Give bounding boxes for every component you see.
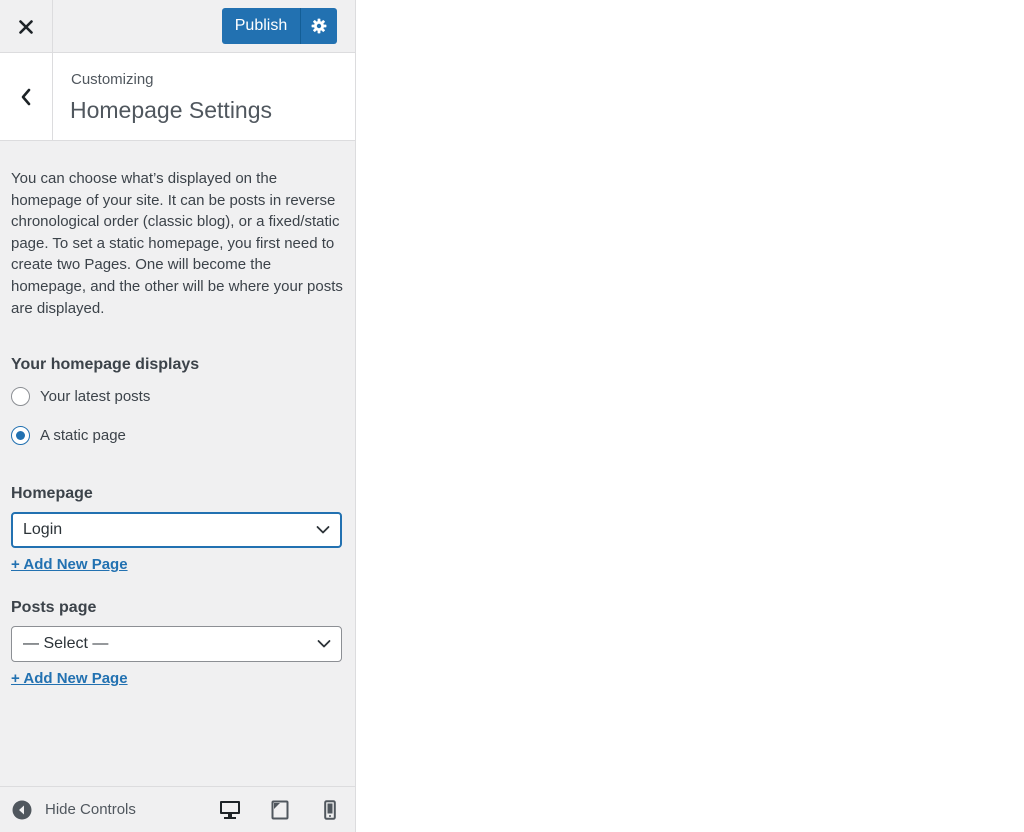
- customizer-sidebar: Publish Customizing Homepage Settings Yo…: [0, 0, 356, 832]
- homepage-select-value: Login: [23, 521, 63, 539]
- homepage-settings-panel: You can choose what’s displayed on the h…: [11, 168, 345, 688]
- description-text: You can choose what’s displayed on the h…: [11, 170, 343, 317]
- tablet-icon: [271, 800, 289, 820]
- desktop-icon: [220, 801, 240, 819]
- preview-desktop-button[interactable]: [218, 798, 242, 822]
- breadcrumb: Customizing: [71, 71, 154, 88]
- section-header: Customizing Homepage Settings: [0, 53, 355, 141]
- publish-button[interactable]: Publish: [222, 8, 300, 44]
- hide-controls-button[interactable]: Hide Controls: [12, 787, 136, 832]
- radio-label: A static page: [40, 426, 126, 444]
- homepage-select[interactable]: Login: [11, 512, 342, 549]
- add-new-page-link[interactable]: + Add New Page: [11, 556, 128, 573]
- posts-page-select[interactable]: — Select —: [11, 626, 342, 663]
- page-title: Homepage Settings: [70, 97, 273, 123]
- radio-latest-posts[interactable]: Your latest posts: [11, 386, 345, 406]
- radio-static-page[interactable]: A static page: [11, 425, 345, 445]
- customizer-footer: Hide Controls: [0, 787, 355, 832]
- close-icon: [19, 19, 33, 34]
- back-button[interactable]: [0, 53, 53, 141]
- chevron-left-icon: [21, 88, 31, 106]
- customizer-header: Publish: [0, 0, 355, 53]
- homepage-label: Homepage: [11, 485, 93, 503]
- radio-label: Your latest posts: [40, 387, 151, 405]
- chevron-down-icon: [317, 640, 331, 648]
- collapse-arrow-icon: [12, 800, 32, 819]
- gear-icon: [311, 18, 327, 34]
- posts-page-select-value: — Select —: [23, 635, 109, 653]
- site-preview-area: [356, 0, 1024, 832]
- publish-button-group: Publish: [222, 8, 337, 44]
- radio-button-unchecked[interactable]: [11, 386, 30, 406]
- preview-mobile-button[interactable]: [318, 798, 342, 822]
- mobile-icon: [324, 800, 336, 820]
- radio-dot: [16, 430, 25, 440]
- homepage-displays-label: Your homepage displays: [11, 356, 200, 374]
- hide-controls-label: Hide Controls: [45, 801, 136, 818]
- publish-settings-button[interactable]: [300, 8, 337, 44]
- posts-page-label: Posts page: [11, 599, 97, 617]
- close-button[interactable]: [0, 0, 53, 53]
- preview-tablet-button[interactable]: [268, 798, 292, 822]
- radio-button-checked[interactable]: [11, 425, 30, 445]
- chevron-down-icon: [316, 526, 330, 534]
- add-new-page-link[interactable]: + Add New Page: [11, 670, 128, 687]
